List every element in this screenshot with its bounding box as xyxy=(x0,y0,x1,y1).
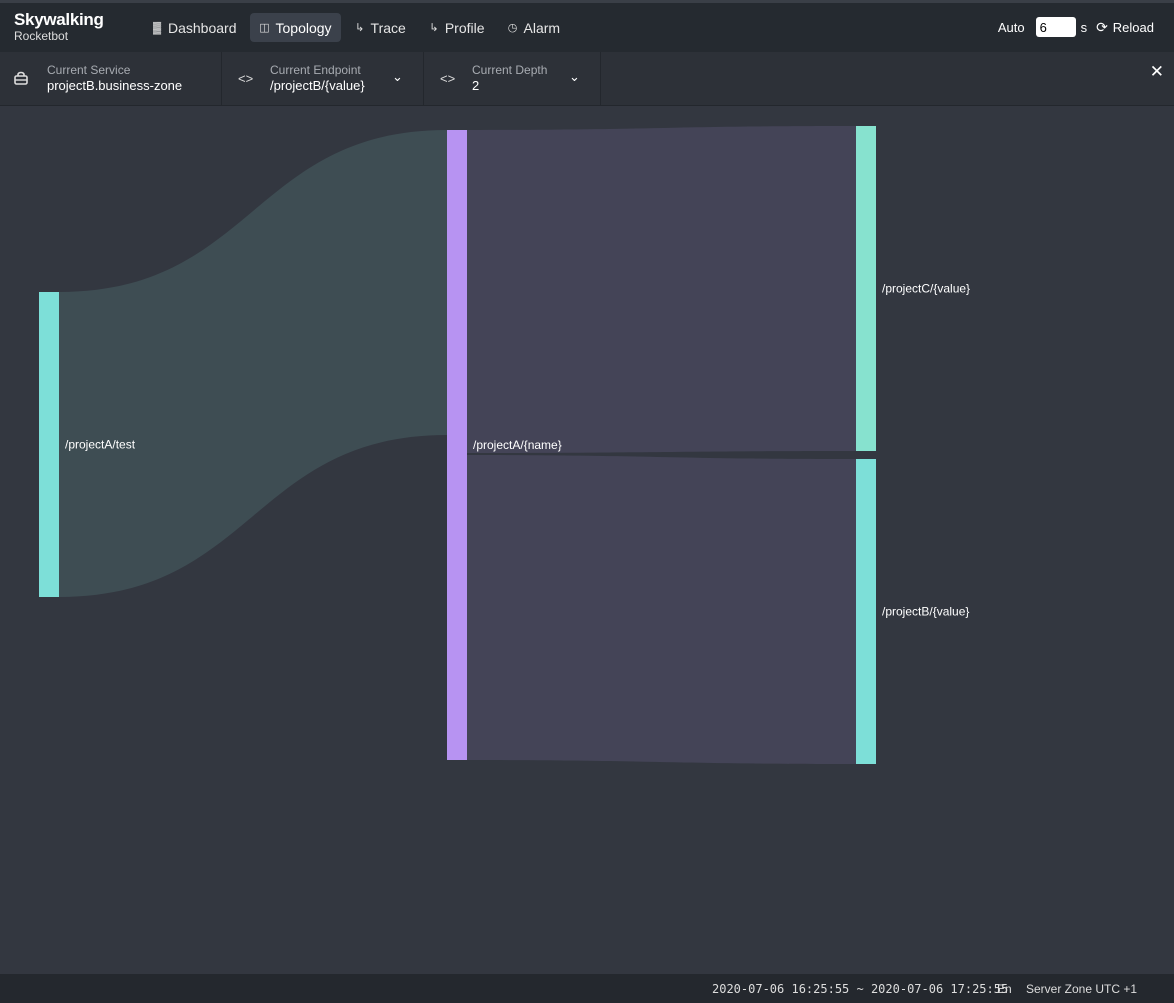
top-navigation-bar: Skywalking Rocketbot ▓ Dashboard ◫ Topol… xyxy=(0,0,1174,52)
nav-dashboard-label: Dashboard xyxy=(168,19,237,36)
endpoint-dependency-sankey: /projectA/test/projectA/{name} /projectC/… xyxy=(0,106,1174,974)
nav-trace-label: Trace xyxy=(370,19,406,36)
chevron-down-icon: ⌄ xyxy=(569,69,580,84)
nav-trace[interactable]: ↳ Trace xyxy=(345,13,415,42)
sankey-node[interactable] xyxy=(856,459,876,764)
refresh-interval-input[interactable] xyxy=(1035,17,1076,37)
sankey-node[interactable] xyxy=(447,130,467,760)
server-zone[interactable]: Server Zone UTC +1 xyxy=(1026,982,1137,996)
sankey-node[interactable] xyxy=(856,126,876,451)
refresh-icon: ⟳ xyxy=(1096,18,1108,35)
service-label: Current Service xyxy=(47,63,131,77)
auto-refresh-toggle[interactable]: Auto xyxy=(998,20,1025,35)
nav-topology-label: Topology xyxy=(275,19,332,36)
nav-profile-label: Profile xyxy=(444,19,485,36)
status-footer: 2020-07-06 16:25:55 ~ 2020-07-06 17:25:5… xyxy=(0,974,1174,1003)
brand-name: Skywalking xyxy=(14,10,104,29)
trace-icon: ↳ xyxy=(354,22,365,34)
sankey-node-label: /projectB/{value} xyxy=(882,605,969,619)
endpoint-selector[interactable]: <> Current Endpoint /projectB/{value} ⌄ xyxy=(222,52,424,105)
sankey-link[interactable] xyxy=(59,130,447,597)
sankey-node[interactable] xyxy=(39,292,59,597)
nav-dashboard[interactable]: ▓ Dashboard xyxy=(142,13,246,42)
nav-alarm-label: Alarm xyxy=(523,19,561,36)
alarm-icon: ◷ xyxy=(507,22,518,34)
chevron-down-icon: ⌄ xyxy=(392,69,403,84)
sankey-svg: /projectA/test/projectA/{name} /projectC/… xyxy=(39,126,970,764)
product-name: Rocketbot xyxy=(14,29,69,43)
code-icon: <> xyxy=(238,71,254,86)
time-range[interactable]: 2020-07-06 16:25:55 ~ 2020-07-06 17:25:5… xyxy=(712,982,1008,996)
interval-unit: s xyxy=(1080,19,1088,35)
nav-alarm[interactable]: ◷ Alarm xyxy=(498,13,570,42)
nav-profile[interactable]: ↳ Profile xyxy=(419,13,494,42)
reload-button[interactable]: ⟳ Reload xyxy=(1096,19,1154,36)
nav-topology[interactable]: ◫ Topology xyxy=(249,13,341,42)
profile-icon: ↳ xyxy=(429,22,439,34)
service-icon xyxy=(14,71,28,88)
depth-selector[interactable]: <> Current Depth 2 ⌄ xyxy=(424,52,601,105)
sankey-node-label: /projectC/{value} xyxy=(882,282,970,296)
main-nav: ▓ Dashboard ◫ Topology ↳ Trace ↳ Profile… xyxy=(142,13,569,42)
code-icon: <> xyxy=(440,71,456,86)
endpoint-label: Current Endpoint xyxy=(270,63,361,77)
chart-icon: ▓ xyxy=(152,21,162,34)
app-logo[interactable]: Skywalking Rocketbot xyxy=(14,11,104,42)
service-selector[interactable]: Current Service projectB.business-zone xyxy=(0,52,222,105)
sankey-node-label: /projectA/test xyxy=(65,438,136,452)
sankey-link[interactable] xyxy=(467,126,856,453)
topology-icon: ◫ xyxy=(259,22,270,34)
endpoint-value: /projectB/{value} xyxy=(270,78,365,93)
language-switch[interactable]: En xyxy=(997,982,1012,996)
depth-value: 2 xyxy=(472,78,480,93)
service-value: projectB.business-zone xyxy=(47,78,183,93)
topology-toolbar: Current Service projectB.business-zone <… xyxy=(0,52,1174,106)
sankey-node-label: /projectA/{name} xyxy=(473,438,562,452)
sankey-link[interactable] xyxy=(467,455,856,764)
reload-label: Reload xyxy=(1112,19,1154,35)
close-icon[interactable]: ✕ xyxy=(1150,62,1164,82)
refresh-controls: Auto s ⟳ Reload xyxy=(998,17,1154,37)
depth-label: Current Depth xyxy=(472,63,548,77)
